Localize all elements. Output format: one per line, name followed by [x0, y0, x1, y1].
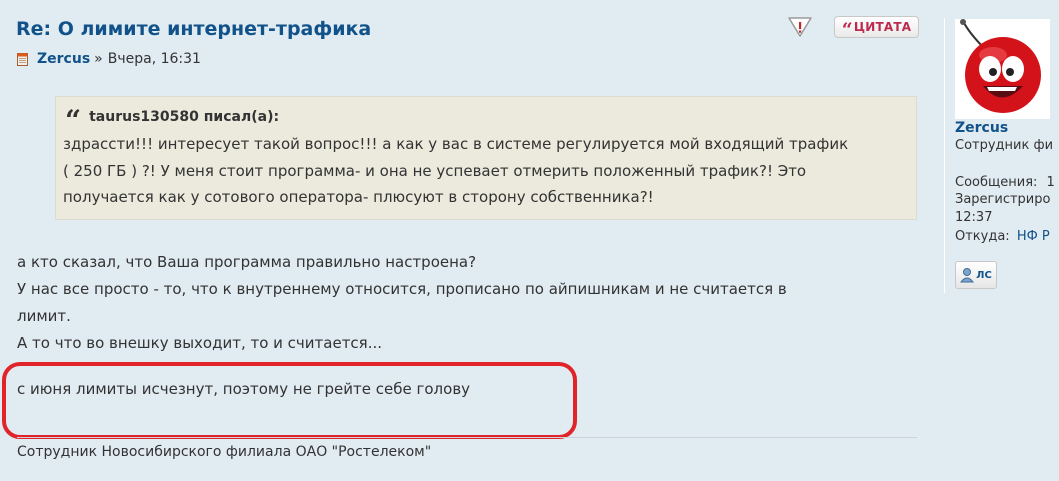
- quote-mark-icon: “: [65, 104, 82, 137]
- quote-line: ( 250 ГБ ) ?! У меня стоит программа- и …: [63, 161, 807, 180]
- location-label: Откуда:: [955, 229, 1010, 244]
- quote-block: “ taurus130580 писал(а): здрассти!!! инт…: [55, 96, 917, 220]
- profile-registered-time: 12:37: [955, 210, 993, 225]
- post-author-link[interactable]: Zercus: [37, 51, 90, 67]
- post-title[interactable]: Re: О лимите интернет-трафика: [16, 18, 371, 40]
- private-message-button[interactable]: ЛС: [955, 261, 997, 289]
- profile-rank: Сотрудник фи: [955, 138, 1054, 153]
- messages-label: Сообщения:: [955, 175, 1038, 190]
- meta-separator: »: [94, 51, 103, 67]
- quote-text: здрассти!!! интересует такой вопрос!!! а…: [63, 131, 913, 211]
- highlight-outline: [2, 362, 577, 439]
- messages-value[interactable]: 1: [1047, 175, 1055, 190]
- body-line: а кто сказал, что Ваша программа правиль…: [17, 253, 477, 271]
- quote-line: здрассти!!! интересует такой вопрос!!! а…: [63, 135, 849, 153]
- profile-username[interactable]: Zercus: [955, 120, 1008, 136]
- location-value: НФ Р: [1016, 229, 1050, 244]
- quote-author: taurus130580 писал(а):: [89, 109, 280, 125]
- avatar[interactable]: [955, 19, 1050, 119]
- quote-button[interactable]: “ ЦИТАТА: [834, 16, 919, 41]
- profile-messages: Сообщения: 1: [955, 175, 1055, 190]
- report-post-button[interactable]: [787, 15, 813, 38]
- post-date: Вчера, 16:31: [107, 51, 201, 67]
- post-document-icon[interactable]: [17, 52, 28, 66]
- pm-button-label: ЛС: [976, 269, 992, 281]
- body-line: А то что во внешку выходит, то и считает…: [17, 334, 383, 352]
- profile-registered-label: Зарегистриро: [955, 192, 1051, 207]
- quote-mark-icon: “: [841, 19, 853, 41]
- report-warning-icon: [788, 17, 812, 37]
- signature-divider: [17, 437, 917, 438]
- quote-button-label: ЦИТАТА: [853, 20, 912, 34]
- quote-header: “ taurus130580 писал(а):: [65, 104, 280, 137]
- quote-line: получается как у сотового оператора- плю…: [63, 188, 654, 206]
- profile-location: Откуда: НФ Р: [955, 229, 1050, 244]
- post-signature: Сотрудник Новосибирского филиала ОАО "Ро…: [17, 444, 432, 460]
- body-line: У нас все просто - то, что к внутреннему…: [17, 280, 787, 298]
- avatar-image: [955, 19, 1050, 119]
- user-icon: [960, 268, 975, 283]
- forum-post: Re: О лимите интернет-трафика Zercus » В…: [0, 0, 1059, 481]
- body-line: лимит.: [17, 307, 71, 325]
- profile-divider: [944, 18, 945, 293]
- post-meta: Zercus » Вчера, 16:31: [17, 51, 201, 67]
